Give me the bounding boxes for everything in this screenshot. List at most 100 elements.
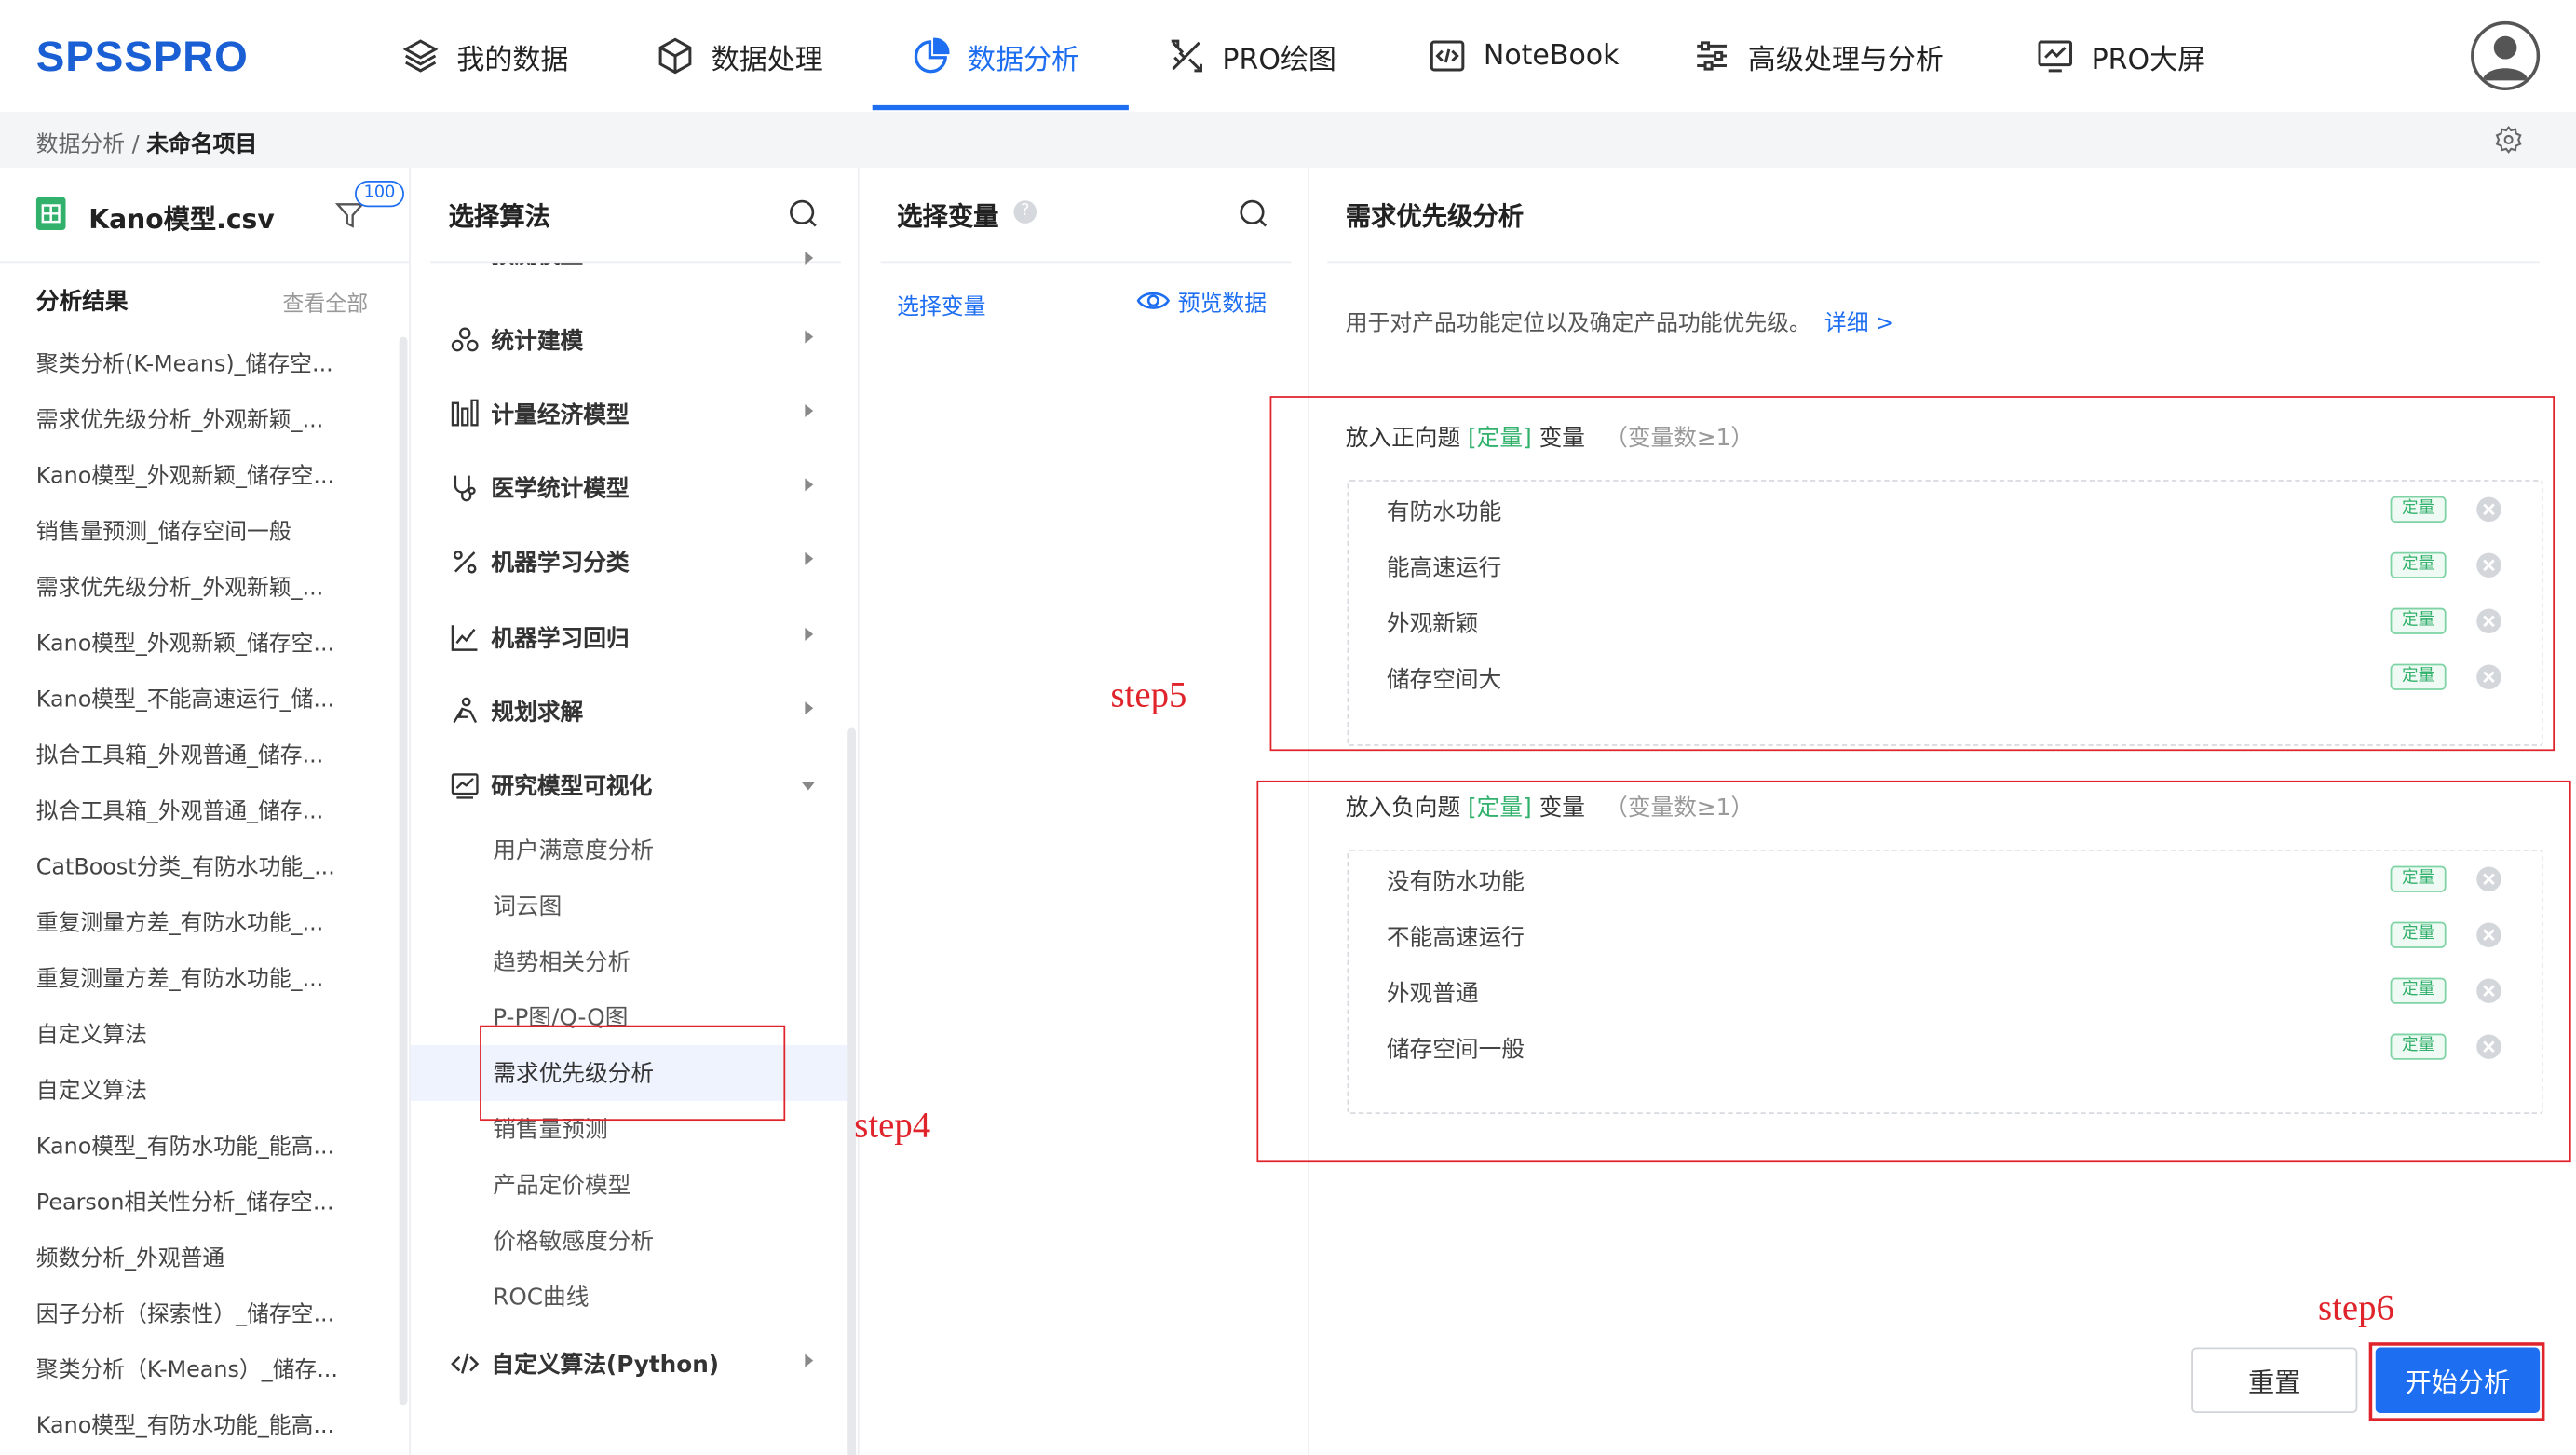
cube-icon — [658, 37, 692, 75]
caret-right-icon — [805, 551, 814, 565]
result-item[interactable]: 需求优先级分析_外观新颖_... — [36, 393, 365, 449]
app-logo[interactable]: SPSSPRO — [36, 30, 249, 82]
nav-notebook[interactable]: NoteBook — [1428, 0, 1620, 112]
reset-button[interactable]: 重置 — [2191, 1347, 2358, 1414]
eye-icon — [1136, 292, 1170, 309]
preview-data-label: 预览数据 — [1177, 291, 1268, 318]
select-variable-link[interactable]: 选择变量 — [897, 288, 985, 320]
result-item[interactable]: 自定义算法 — [36, 1063, 365, 1119]
algorithm-item[interactable]: 产品定价模型 — [493, 1168, 630, 1201]
caret-right-icon — [805, 1353, 814, 1367]
algorithm-scrollbar[interactable] — [847, 728, 857, 1455]
nav-pro-dashboard[interactable]: PRO大屏 — [2036, 0, 2205, 112]
algorithm-item[interactable]: 词云图 — [493, 889, 562, 921]
nav-label: PRO绘图 — [1222, 43, 1336, 77]
dataset-file-name[interactable]: Kano模型.csv — [88, 197, 275, 237]
category-statistical-modeling[interactable]: 统计建模 — [449, 320, 583, 360]
divider — [430, 261, 842, 264]
results-scrollbar[interactable] — [399, 336, 408, 1406]
nav-data-analysis[interactable]: 数据分析 — [912, 0, 1079, 112]
header-mask — [430, 229, 842, 262]
step5-highlight-box-negative — [1256, 780, 2571, 1163]
step4-highlight-box — [480, 1025, 786, 1122]
result-item[interactable]: CatBoost分类_有防水功能_... — [36, 839, 365, 895]
result-item[interactable]: Kano模型_不能高速运行_储... — [36, 672, 365, 728]
result-item[interactable]: 需求优先级分析_外观新颖_... — [36, 561, 365, 617]
stethoscope-icon — [454, 475, 476, 502]
result-item[interactable]: 拟合工具箱_外观普通_储存... — [36, 783, 365, 839]
category-ml-regression[interactable]: 机器学习回归 — [449, 618, 630, 657]
category-econometric-model[interactable]: 计量经济模型 — [449, 394, 630, 433]
caret-right-icon — [805, 403, 814, 418]
result-item[interactable]: Kano模型_有防水功能_能高... — [36, 1398, 365, 1454]
breadcrumb-bar — [0, 111, 2576, 168]
result-item[interactable]: 因子分析（探索性）_储存空... — [36, 1286, 365, 1342]
caret-right-icon — [805, 627, 814, 641]
line-chart-icon — [451, 625, 478, 651]
category-programming-solve[interactable]: 规划求解 — [449, 692, 583, 731]
result-item[interactable]: 销售量预测_储存空间一般 — [36, 505, 365, 561]
breadcrumb-parent[interactable]: 数据分析 — [36, 131, 125, 157]
algorithm-item[interactable]: 价格敏感度分析 — [493, 1224, 654, 1257]
category-label: 计量经济模型 — [491, 402, 630, 429]
nav-label: 我的数据 — [456, 43, 569, 77]
caret-right-icon — [805, 330, 814, 344]
nav-data-processing[interactable]: 数据处理 — [656, 0, 823, 112]
result-item[interactable]: 重复测量方差_有防水功能_... — [36, 951, 365, 1007]
algorithm-item[interactable]: ROC曲线 — [493, 1280, 589, 1312]
breadcrumb-current: 未命名项目 — [146, 131, 258, 158]
step5-highlight-box — [1269, 396, 2556, 752]
nav-pro-drawing[interactable]: PRO绘图 — [1166, 0, 1336, 112]
result-item[interactable]: Kano模型_有防水功能_能高... — [36, 1119, 365, 1175]
analysis-description: 用于对产品功能定位以及确定产品功能优先级。 详细 > — [1346, 304, 1894, 336]
step5-label: step5 — [1110, 673, 1187, 715]
search-icon[interactable] — [787, 197, 820, 230]
algorithm-panel-title: 选择算法 — [448, 201, 550, 232]
result-item[interactable]: 拟合工具箱_外观普通_储存... — [36, 728, 365, 783]
view-all-link[interactable]: 查看全部 — [282, 286, 368, 317]
user-avatar[interactable] — [2471, 20, 2541, 91]
result-item[interactable]: 频数分析_外观普通 — [36, 1231, 365, 1286]
variable-panel-title: 选择变量 — [897, 201, 999, 232]
category-label: 机器学习回归 — [491, 626, 630, 653]
category-label: 自定义算法(Python) — [491, 1352, 720, 1379]
settings-gear-icon[interactable] — [2494, 125, 2524, 155]
result-item[interactable]: 聚类分析(K-Means)_储存空... — [36, 337, 365, 393]
code-brackets-icon — [451, 1353, 480, 1374]
spreadsheet-file-icon — [35, 197, 66, 230]
help-icon[interactable]: ? — [1013, 200, 1037, 224]
nav-label: 数据分析 — [967, 43, 1079, 77]
category-ml-classification[interactable]: 机器学习分类 — [449, 542, 630, 581]
category-research-visualization[interactable]: 研究模型可视化 — [449, 766, 652, 805]
person-icon — [453, 697, 478, 724]
analysis-title: 需求优先级分析 — [1345, 201, 1525, 232]
nav-label: PRO大屏 — [2091, 43, 2206, 77]
step6-label: step6 — [2318, 1286, 2394, 1328]
result-item[interactable]: 聚类分析（K-Means）_储存... — [36, 1342, 365, 1398]
description-text: 用于对产品功能定位以及确定产品功能优先级。 — [1345, 310, 1811, 337]
result-item[interactable]: 重复测量方差_有防水功能_... — [36, 895, 365, 951]
layers-icon — [402, 39, 439, 73]
caret-down-icon — [801, 782, 815, 791]
nav-my-data[interactable]: 我的数据 — [400, 0, 568, 112]
monitor-chart-icon — [2038, 40, 2073, 73]
category-medical-statistics[interactable]: 医学统计模型 — [449, 469, 630, 508]
detail-link[interactable]: 详细 > — [1824, 310, 1894, 336]
result-item[interactable]: 自定义算法 — [36, 1007, 365, 1063]
result-item[interactable]: Kano模型_外观新颖_储存空... — [36, 617, 365, 673]
nav-advanced[interactable]: 高级处理与分析 — [1692, 0, 1944, 112]
caret-right-icon — [805, 478, 814, 492]
algorithm-item[interactable]: 用户满意度分析 — [493, 833, 654, 865]
category-custom-python[interactable]: 自定义算法(Python) — [449, 1344, 720, 1383]
result-item[interactable]: Pearson相关性分析_储存空... — [36, 1175, 365, 1231]
nav-label: NoteBook — [1483, 39, 1620, 73]
result-item[interactable]: Kano模型_外观新颖_储存空... — [36, 449, 365, 505]
category-label: 医学统计模型 — [491, 476, 630, 503]
caret-right-icon — [805, 251, 814, 265]
search-icon[interactable] — [1237, 197, 1269, 230]
pie-chart-icon — [914, 37, 950, 74]
preview-data-link[interactable]: 预览数据 — [1136, 284, 1268, 318]
chart-window-icon — [451, 773, 479, 799]
category-label: 机器学习分类 — [491, 550, 630, 578]
algorithm-item[interactable]: 趋势相关分析 — [493, 945, 630, 977]
